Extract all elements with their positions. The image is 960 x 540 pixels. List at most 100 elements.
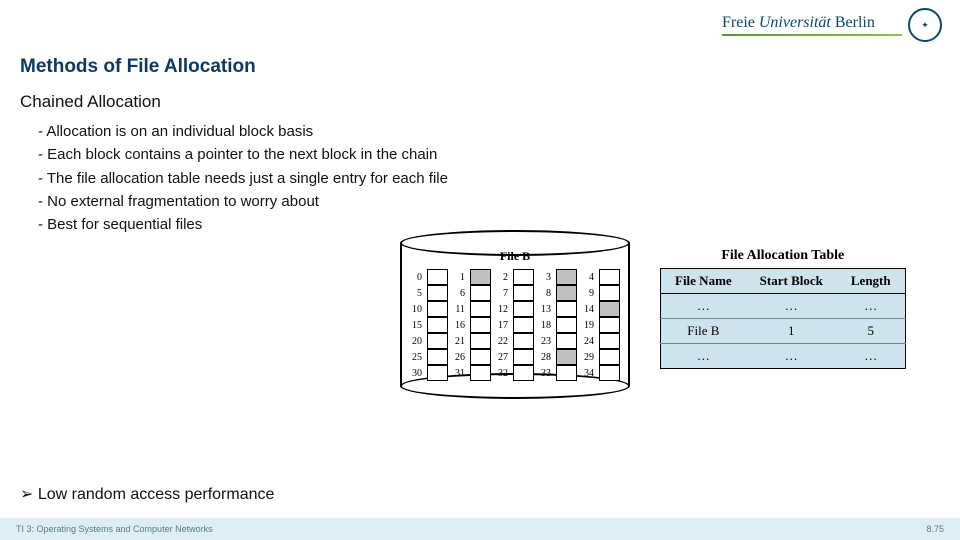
block-index: 29 [582,352,594,363]
fat-header: File Name [661,269,746,294]
disk-block [556,269,577,285]
block-index: 34 [582,368,594,379]
slide-footer: TI 3: Operating Systems and Computer Net… [0,518,960,540]
university-seal-icon: ✦ [908,8,942,42]
fat-title: File Allocation Table [660,248,906,264]
block-index: 4 [582,272,594,283]
block-index: 0 [410,272,422,283]
disk-block [470,333,491,349]
table-row: … … … [661,344,906,369]
block-index: 23 [539,336,551,347]
disk-block [556,317,577,333]
block-index: 28 [539,352,551,363]
disk-block [513,317,534,333]
logo-word-left: Freie [722,14,755,31]
logo-word-right: Berlin [835,14,875,31]
bullet-item: - Allocation is on an individual block b… [38,120,940,143]
disk-block [513,349,534,365]
disk-block [470,349,491,365]
bullet-item: - No external fragmentation to worry abo… [38,190,940,213]
page-title: Methods of File Allocation [20,56,940,78]
file-allocation-table: File Name Start Block Length … … … File … [660,268,906,369]
block-index: 12 [496,304,508,315]
block-index: 19 [582,320,594,331]
disk-block [427,285,448,301]
disk-row: 3031323334 [410,365,620,381]
block-index: 18 [539,320,551,331]
block-index: 26 [453,352,465,363]
block-index: 11 [453,304,465,315]
fat-cell: 5 [837,319,905,344]
disk-block [427,301,448,317]
university-logo: Freie Universität Berlin ✦ [722,8,942,42]
disk-block [470,317,491,333]
disk-block [599,349,620,365]
disk-block [470,285,491,301]
table-row: File B 1 5 [661,319,906,344]
fat-cell: … [661,294,746,319]
disk-block [513,301,534,317]
block-index: 25 [410,352,422,363]
disk-block [556,333,577,349]
disk-block [556,301,577,317]
disk-block [427,349,448,365]
disk-block [513,333,534,349]
disk-block [513,269,534,285]
fat-cell: … [837,294,905,319]
cylinder-body: File B 012345678910111213141516171819202… [400,243,630,385]
disk-block [470,365,491,381]
block-index: 5 [410,288,422,299]
block-index: 2 [496,272,508,283]
block-index: 20 [410,336,422,347]
fat-cell: … [746,294,837,319]
block-index: 15 [410,320,422,331]
block-index: 9 [582,288,594,299]
fat-cell: File B [661,319,746,344]
disk-block [427,269,448,285]
cylinder: File B 012345678910111213141516171819202… [400,230,630,399]
block-index: 33 [539,368,551,379]
table-row: … … … [661,294,906,319]
disk-block [470,269,491,285]
block-index: 14 [582,304,594,315]
block-index: 24 [582,336,594,347]
disk-block [556,349,577,365]
block-index: 3 [539,272,551,283]
disk-row: 1011121314 [410,301,620,317]
logo-word-mid: Universität [759,14,831,31]
disk-block [427,333,448,349]
slide-content: Methods of File Allocation Chained Alloc… [0,50,960,399]
block-index: 27 [496,352,508,363]
fat-header: Length [837,269,905,294]
disk-block [513,365,534,381]
block-index: 13 [539,304,551,315]
block-index: 32 [496,368,508,379]
bullet-item: - The file allocation table needs just a… [38,167,940,190]
block-index: 1 [453,272,465,283]
block-index: 22 [496,336,508,347]
disk-block [470,301,491,317]
fat-cell: … [837,344,905,369]
disk-row: 1516171819 [410,317,620,333]
disk-block [599,365,620,381]
disk-block [599,285,620,301]
disk-block [599,317,620,333]
disk-block [599,269,620,285]
fat-cell: 1 [746,319,837,344]
block-index: 30 [410,368,422,379]
disk-rows: 0123456789101112131415161718192021222324… [410,269,620,381]
disk-block [599,333,620,349]
conclusion-line: ➢ Low random access performance [20,484,274,504]
disk-block [599,301,620,317]
disk-block [556,365,577,381]
file-allocation-table-box: File Allocation Table File Name Start Bl… [660,248,906,399]
file-label: File B [410,249,620,264]
footer-left: TI 3: Operating Systems and Computer Net… [16,524,213,534]
logo-text: Freie Universität Berlin [722,14,902,36]
logo-underline [722,34,902,36]
disk-block [556,285,577,301]
disk-row: 2021222324 [410,333,620,349]
disk-block [513,285,534,301]
disk-block [427,365,448,381]
fat-cell: … [661,344,746,369]
